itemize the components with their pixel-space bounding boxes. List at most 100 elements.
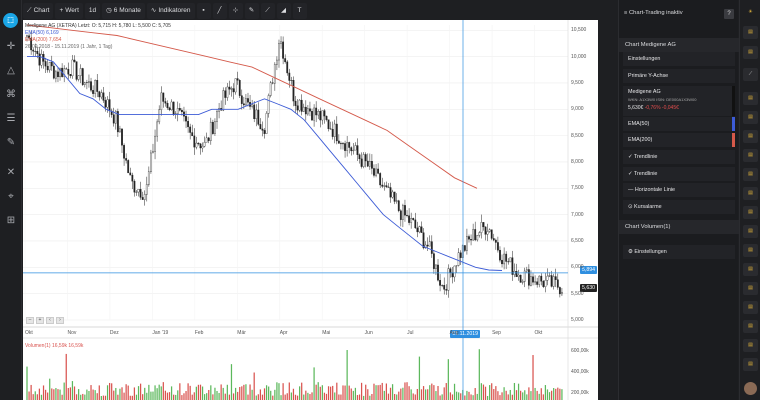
widget-button[interactable]: ▤ <box>743 187 758 200</box>
candle-body <box>112 114 115 124</box>
shape-icon[interactable]: ◢ <box>276 3 291 19</box>
widget-button[interactable]: ▤ <box>743 244 758 257</box>
close-tools-icon[interactable]: ✕ <box>3 166 19 180</box>
zoom-out-button[interactable]: – <box>26 317 34 324</box>
volume-bar <box>346 350 348 400</box>
chart-section-title[interactable]: Chart Medigene AG <box>619 38 739 52</box>
volume-bar <box>548 392 551 400</box>
candle-body <box>306 108 309 115</box>
candle-body <box>375 168 377 176</box>
candle-body <box>383 185 386 187</box>
crosshair-tool-icon[interactable]: ✛ <box>3 40 19 54</box>
candle-body <box>100 92 103 98</box>
volume-bar <box>263 388 266 400</box>
cursor-icon[interactable]: ⊹ <box>228 3 243 19</box>
volume-bar <box>453 383 456 400</box>
scroll-right-button[interactable]: › <box>56 317 64 324</box>
user-avatar[interactable] <box>744 382 757 395</box>
brush-icon[interactable]: ✎ <box>244 3 259 19</box>
panel-item-trendline-2[interactable]: ✓ Trendlinie <box>623 167 735 181</box>
panel-item-price-alerts[interactable]: ⊙ Kursalarme <box>623 200 735 214</box>
grid-tool-icon[interactable]: ⊞ <box>3 214 19 228</box>
pencil-tool-icon[interactable]: ✎ <box>3 136 19 150</box>
widget-button-1[interactable]: ▤ <box>743 26 758 39</box>
panel-item-volume-settings[interactable]: ⚙ Einstellungen <box>623 245 735 259</box>
candle-body <box>534 281 536 283</box>
volume-bar <box>383 390 385 400</box>
panel-item-ema50[interactable]: EMA(50) <box>623 117 735 131</box>
panel-item-instrument[interactable]: Medigene AG WKN: A1X3W0 ISIN: DE000A1X3W… <box>623 86 735 116</box>
volume-section-title[interactable]: Chart Volumen(1) <box>619 220 739 234</box>
volume-bar <box>282 383 284 400</box>
volume-bar <box>44 389 47 400</box>
candle-body <box>323 110 326 117</box>
volume-bar <box>36 394 38 400</box>
candle-body <box>430 241 433 254</box>
candle-body <box>205 137 208 143</box>
save-icon[interactable]: ▪ <box>196 3 211 19</box>
volume-bar <box>249 384 251 400</box>
chart-canvas[interactable] <box>23 20 598 400</box>
panel-item-ema200[interactable]: EMA(200) <box>623 133 735 147</box>
measure-tool-icon[interactable]: ⌖ <box>3 190 19 204</box>
volume-bar <box>358 394 361 400</box>
triangle-tool-icon[interactable]: △ <box>3 64 19 78</box>
candle-body <box>558 287 561 295</box>
candle-body <box>238 80 241 96</box>
panel-item-settings[interactable]: Einstellungen <box>623 52 735 66</box>
widget-button[interactable]: ▤ <box>743 149 758 162</box>
widget-button[interactable]: ▤ <box>743 111 758 124</box>
candle-body <box>191 132 194 137</box>
widget-button[interactable]: ▤ <box>743 358 758 371</box>
chart-type-button[interactable]: ⟋ Chart <box>23 3 54 19</box>
volume-bar <box>418 356 421 400</box>
draw-line-icon[interactable]: ╱ <box>212 3 227 19</box>
volume-bar <box>542 394 544 400</box>
widget-button[interactable]: ▤ <box>743 320 758 333</box>
widget-button[interactable]: ▤ <box>743 168 758 181</box>
candle-body <box>439 280 441 286</box>
candle-body <box>160 92 163 110</box>
zoom-in-button[interactable]: + <box>36 317 44 324</box>
volume-bar <box>30 384 32 400</box>
candle-body <box>490 229 493 239</box>
panel-item-trendline-1[interactable]: ✓ Trendlinie <box>623 150 735 164</box>
trend-icon[interactable]: ⟋ <box>260 3 275 19</box>
widget-button[interactable]: ▤ <box>743 339 758 352</box>
indicators-button[interactable]: ∿ Indikatoren <box>146 3 195 19</box>
volume-bar <box>38 388 41 400</box>
chart-widget-icon[interactable]: ⟋ <box>743 68 758 81</box>
widget-button[interactable]: ▤ <box>743 92 758 105</box>
widget-button[interactable]: ▤ <box>743 301 758 314</box>
lightbulb-icon[interactable]: ☀ <box>743 6 758 19</box>
widget-button[interactable]: ▤ <box>743 130 758 143</box>
widget-button-2[interactable]: ▤ <box>743 46 758 59</box>
app-logo[interactable]: ⬚ <box>3 13 18 28</box>
widget-button[interactable]: ▤ <box>743 225 758 238</box>
volume-bar <box>208 389 210 400</box>
price-chart[interactable]: Medigene AG (XETRA) Letzt: O: 5,715 H: 5… <box>23 20 598 400</box>
candle-body <box>152 151 154 154</box>
volume-bar <box>319 386 321 400</box>
scroll-left-button[interactable]: ‹ <box>46 317 54 324</box>
text-icon[interactable]: T <box>292 3 307 19</box>
help-button[interactable]: ? <box>724 9 734 19</box>
value-button[interactable]: + Wert <box>55 3 83 19</box>
candle-body <box>420 226 423 233</box>
widget-button[interactable]: ▤ <box>743 206 758 219</box>
widget-button[interactable]: ▤ <box>743 282 758 295</box>
panel-item-horizontal-line[interactable]: — Horizontale Linie <box>623 183 735 197</box>
layers-tool-icon[interactable]: ☰ <box>3 112 19 126</box>
widget-button[interactable]: ▤ <box>743 263 758 276</box>
panel-item-primary-y-axis[interactable]: Primäre Y-Achse <box>623 69 735 83</box>
volume-bar <box>131 395 133 400</box>
shapes-tool-icon[interactable]: ⌘ <box>3 88 19 102</box>
candle-body <box>69 74 72 77</box>
interval-button[interactable]: 1d <box>84 3 101 19</box>
range-button[interactable]: ◷ 6 Monate <box>102 3 145 19</box>
volume-bar <box>464 395 466 400</box>
candle-body <box>546 275 549 281</box>
volume-bar <box>106 385 109 400</box>
volume-bar <box>491 383 493 400</box>
candle-body <box>391 191 394 198</box>
